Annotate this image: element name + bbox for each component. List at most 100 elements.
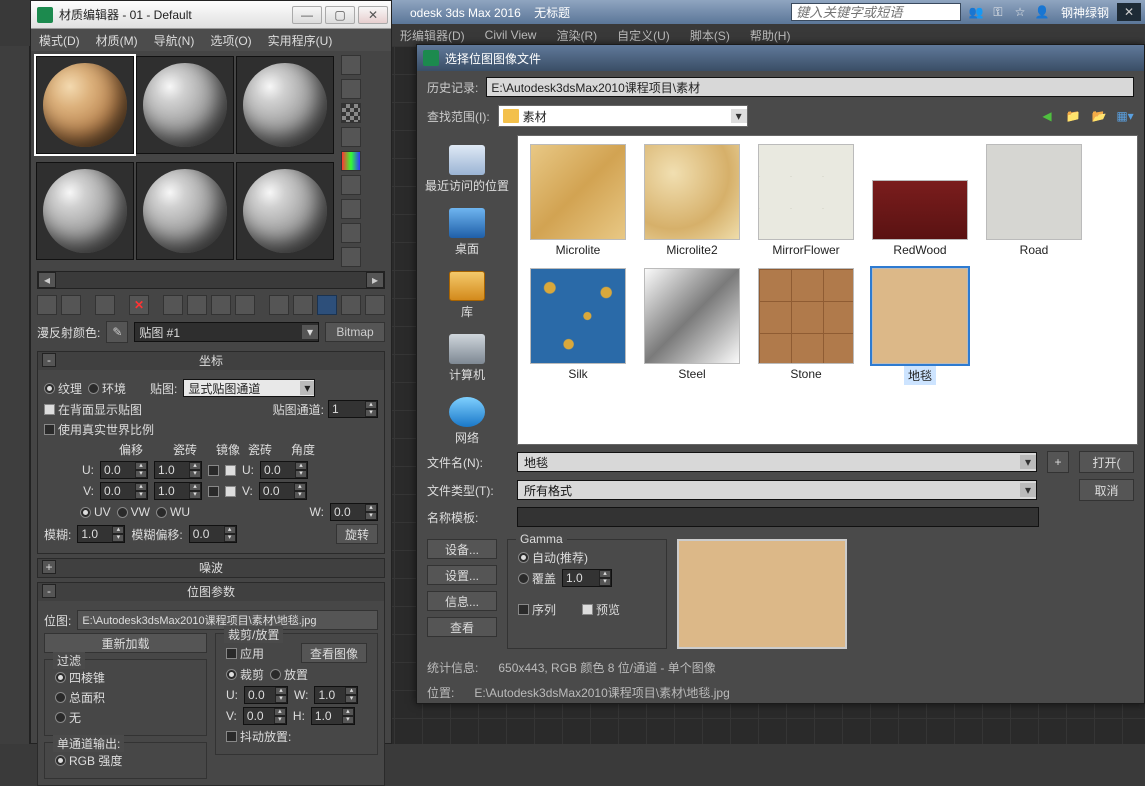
rgb-intensity-radio[interactable]: RGB 强度 xyxy=(55,752,122,769)
show-in-viewport-icon[interactable] xyxy=(317,295,337,315)
file-item[interactable]: Road xyxy=(982,144,1086,258)
sequence-checkbox[interactable]: 序列 xyxy=(518,601,556,618)
binoculars-icon[interactable]: 👥 xyxy=(967,3,985,21)
place-network[interactable]: 网络 xyxy=(447,393,487,450)
texture-radio[interactable]: 纹理 xyxy=(44,380,82,397)
menu-item[interactable]: 形编辑器(D) xyxy=(400,27,465,44)
v-tiling-spinner[interactable]: 1.0▴▾ xyxy=(154,482,202,500)
username[interactable]: 钢神绿钢 xyxy=(1061,4,1109,21)
setup-button[interactable]: 设置... xyxy=(427,565,497,585)
place-recent[interactable]: 最近访问的位置 xyxy=(423,141,511,198)
place-library[interactable]: 库 xyxy=(447,267,487,324)
make-unique-icon[interactable] xyxy=(187,295,207,315)
map-channel-spinner[interactable]: 1▴▾ xyxy=(328,400,378,418)
place-radio[interactable]: 放置 xyxy=(270,666,308,683)
scroll-left-icon[interactable]: ◂ xyxy=(38,272,56,288)
eyedropper-icon[interactable]: ✎ xyxy=(106,321,128,343)
device-button[interactable]: 设备... xyxy=(427,539,497,559)
gamma-auto-radio[interactable]: 自动(推荐) xyxy=(518,549,588,566)
show-end-icon[interactable] xyxy=(269,295,289,315)
place-desktop[interactable]: 桌面 xyxy=(447,204,487,261)
backlight-icon[interactable] xyxy=(341,79,361,99)
vw-radio[interactable]: VW xyxy=(117,505,150,519)
open-button[interactable]: 打开( xyxy=(1079,451,1134,473)
u-tiling-spinner[interactable]: 1.0▴▾ xyxy=(154,461,202,479)
menu-item[interactable]: 自定义(U) xyxy=(617,27,670,44)
u-angle-spinner[interactable]: 0.0▴▾ xyxy=(260,461,308,479)
scroll-right-icon[interactable]: ▸ xyxy=(366,272,384,288)
v-mirror-checkbox[interactable] xyxy=(208,486,219,497)
minimize-button[interactable]: — xyxy=(292,6,322,24)
file-list[interactable]: MicroliteMicrolite2MirrorFlowerRedWoodRo… xyxy=(517,135,1138,445)
make-copy-icon[interactable] xyxy=(163,295,183,315)
file-item[interactable]: Steel xyxy=(640,268,744,385)
put-to-lib-icon[interactable] xyxy=(211,295,231,315)
file-item[interactable]: Stone xyxy=(754,268,858,385)
sample-slot-6[interactable] xyxy=(236,162,334,260)
wu-radio[interactable]: WU xyxy=(156,505,190,519)
make-preview-icon[interactable] xyxy=(341,175,361,195)
up-icon[interactable]: 📁 xyxy=(1064,107,1082,125)
cancel-button[interactable]: 取消 xyxy=(1079,479,1134,501)
dialog-titlebar[interactable]: 选择位图图像文件 xyxy=(417,45,1144,71)
video-color-icon[interactable] xyxy=(341,151,361,171)
menu-item[interactable]: 实用程序(U) xyxy=(268,32,333,49)
preview-checkbox[interactable]: 预览 xyxy=(582,601,620,618)
history-dropdown[interactable]: E:\Autodesk3dsMax2010课程项目\素材 xyxy=(486,77,1134,97)
uv-radio[interactable]: UV xyxy=(80,505,111,519)
file-item[interactable]: Silk xyxy=(526,268,630,385)
select-by-mat-icon[interactable] xyxy=(341,223,361,243)
plus-button[interactable]: + xyxy=(1047,451,1069,473)
crop-h-spinner[interactable]: 1.0▴▾ xyxy=(311,707,355,725)
v-angle-spinner[interactable]: 0.0▴▾ xyxy=(259,482,307,500)
back-icon[interactable]: ◀ xyxy=(1038,107,1056,125)
sample-type-icon[interactable] xyxy=(341,55,361,75)
star-icon[interactable]: ☆ xyxy=(1011,3,1029,21)
slot-scrollbar[interactable]: ◂▸ xyxy=(37,271,385,289)
crop-u-spinner[interactable]: 0.0▴▾ xyxy=(244,686,288,704)
crop-v-spinner[interactable]: 0.0▴▾ xyxy=(243,707,287,725)
blur-spinner[interactable]: 1.0▴▾ xyxy=(77,525,125,543)
background-icon[interactable] xyxy=(341,103,361,123)
put-to-scene-icon[interactable] xyxy=(61,295,81,315)
get-material-icon[interactable] xyxy=(37,295,57,315)
gamma-spinner[interactable]: 1.0▴▾ xyxy=(562,569,612,587)
mapping-dropdown[interactable]: 显式贴图通道▾ xyxy=(183,379,315,397)
new-folder-icon[interactable]: 📂 xyxy=(1090,107,1108,125)
view-image-button[interactable]: 查看图像 xyxy=(301,643,367,663)
reload-button[interactable]: 重新加载 xyxy=(44,633,207,653)
mat-map-nav-icon[interactable] xyxy=(341,247,361,267)
menu-item[interactable]: 帮助(H) xyxy=(750,27,791,44)
jitter-checkbox[interactable]: 抖动放置: xyxy=(226,728,291,745)
app-close-button[interactable]: ✕ xyxy=(1117,3,1141,21)
environ-radio[interactable]: 环境 xyxy=(88,380,126,397)
search-input[interactable] xyxy=(791,3,961,21)
template-input[interactable] xyxy=(517,507,1039,527)
file-item[interactable]: 地毯 xyxy=(868,268,972,385)
maximize-button[interactable]: ▢ xyxy=(325,6,355,24)
reset-map-icon[interactable]: ✕ xyxy=(129,295,149,315)
menu-item[interactable]: 渲染(R) xyxy=(556,27,597,44)
menu-item[interactable]: 选项(O) xyxy=(210,32,251,49)
sample-slot-2[interactable] xyxy=(136,56,234,154)
mat-id-icon[interactable] xyxy=(235,295,255,315)
crop-w-spinner[interactable]: 1.0▴▾ xyxy=(314,686,358,704)
v-tile-checkbox[interactable] xyxy=(225,486,236,497)
file-item[interactable]: Microlite xyxy=(526,144,630,258)
sample-slot-3[interactable] xyxy=(236,56,334,154)
sample-uv-icon[interactable] xyxy=(341,127,361,147)
view-button[interactable]: 查看 xyxy=(427,617,497,637)
view-menu-icon[interactable]: ▦▾ xyxy=(1116,107,1134,125)
file-item[interactable]: Microlite2 xyxy=(640,144,744,258)
options-icon[interactable] xyxy=(341,199,361,219)
file-item[interactable]: MirrorFlower xyxy=(754,144,858,258)
use-real-checkbox[interactable]: 使用真实世界比例 xyxy=(44,421,154,438)
go-parent-icon[interactable] xyxy=(341,295,361,315)
menu-item[interactable]: 材质(M) xyxy=(96,32,138,49)
blur-offset-spinner[interactable]: 0.0▴▾ xyxy=(189,525,237,543)
show-map-icon[interactable] xyxy=(293,295,313,315)
expand-button[interactable]: + xyxy=(42,560,56,574)
filename-input[interactable]: 地毯▾ xyxy=(517,452,1037,472)
menu-item[interactable]: 导航(N) xyxy=(154,32,195,49)
key-icon[interactable]: ⚿ xyxy=(989,3,1007,21)
